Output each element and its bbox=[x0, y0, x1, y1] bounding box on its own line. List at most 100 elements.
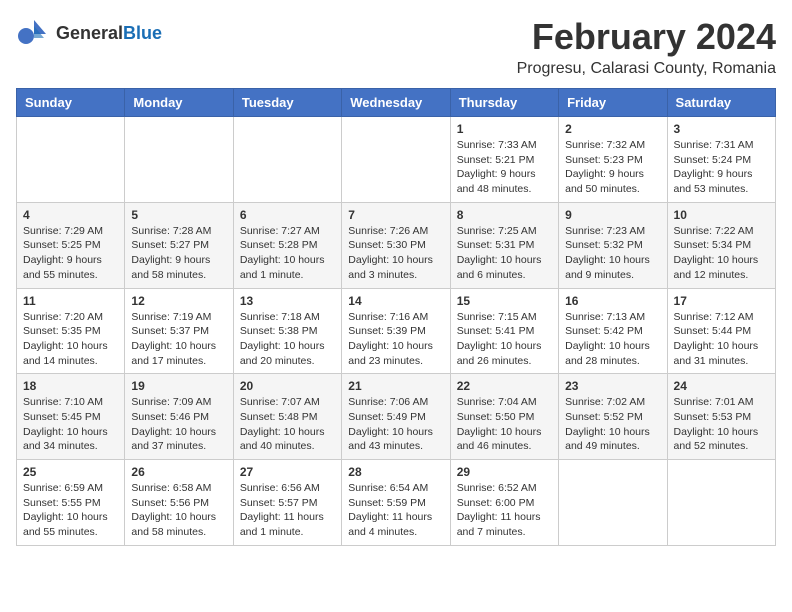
calendar-cell: 17 Sunrise: 7:12 AM Sunset: 5:44 PM Dayli… bbox=[667, 288, 775, 374]
calendar-header-row: SundayMondayTuesdayWednesdayThursdayFrid… bbox=[17, 89, 776, 117]
day-number: 3 bbox=[674, 122, 769, 136]
title-block: February 2024 Progresu, Calarasi County,… bbox=[517, 16, 776, 78]
calendar-cell: 25 Sunrise: 6:59 AM Sunset: 5:55 PM Dayli… bbox=[17, 460, 125, 546]
day-info: Sunrise: 7:02 AM Sunset: 5:52 PM Dayligh… bbox=[565, 395, 660, 454]
day-info: Sunrise: 7:33 AM Sunset: 5:21 PM Dayligh… bbox=[457, 138, 552, 197]
day-number: 12 bbox=[131, 294, 226, 308]
day-number: 7 bbox=[348, 208, 443, 222]
day-number: 21 bbox=[348, 379, 443, 393]
day-info: Sunrise: 7:27 AM Sunset: 5:28 PM Dayligh… bbox=[240, 224, 335, 283]
day-number: 23 bbox=[565, 379, 660, 393]
day-number: 13 bbox=[240, 294, 335, 308]
day-info: Sunrise: 7:19 AM Sunset: 5:37 PM Dayligh… bbox=[131, 310, 226, 369]
weekday-header-saturday: Saturday bbox=[667, 89, 775, 117]
day-info: Sunrise: 7:25 AM Sunset: 5:31 PM Dayligh… bbox=[457, 224, 552, 283]
calendar-cell: 1 Sunrise: 7:33 AM Sunset: 5:21 PM Daylig… bbox=[450, 117, 558, 203]
calendar-cell: 12 Sunrise: 7:19 AM Sunset: 5:37 PM Dayli… bbox=[125, 288, 233, 374]
weekday-header-sunday: Sunday bbox=[17, 89, 125, 117]
logo-icon bbox=[16, 16, 52, 52]
day-info: Sunrise: 7:07 AM Sunset: 5:48 PM Dayligh… bbox=[240, 395, 335, 454]
calendar-week-row: 25 Sunrise: 6:59 AM Sunset: 5:55 PM Dayli… bbox=[17, 460, 776, 546]
calendar-week-row: 4 Sunrise: 7:29 AM Sunset: 5:25 PM Daylig… bbox=[17, 202, 776, 288]
day-number: 11 bbox=[23, 294, 118, 308]
day-info: Sunrise: 7:06 AM Sunset: 5:49 PM Dayligh… bbox=[348, 395, 443, 454]
calendar-cell: 19 Sunrise: 7:09 AM Sunset: 5:46 PM Dayli… bbox=[125, 374, 233, 460]
day-info: Sunrise: 7:13 AM Sunset: 5:42 PM Dayligh… bbox=[565, 310, 660, 369]
day-info: Sunrise: 7:29 AM Sunset: 5:25 PM Dayligh… bbox=[23, 224, 118, 283]
calendar-cell: 18Sunrise: 7:10 AM Sunset: 5:45 PM Dayli… bbox=[17, 374, 125, 460]
calendar-cell: 23 Sunrise: 7:02 AM Sunset: 5:52 PM Dayli… bbox=[559, 374, 667, 460]
day-info: Sunrise: 6:56 AM Sunset: 5:57 PM Dayligh… bbox=[240, 481, 335, 540]
day-number: 1 bbox=[457, 122, 552, 136]
day-info: Sunrise: 7:23 AM Sunset: 5:32 PM Dayligh… bbox=[565, 224, 660, 283]
calendar-cell: 3Sunrise: 7:31 AM Sunset: 5:24 PM Daylig… bbox=[667, 117, 775, 203]
day-info: Sunrise: 7:04 AM Sunset: 5:50 PM Dayligh… bbox=[457, 395, 552, 454]
day-info: Sunrise: 7:01 AM Sunset: 5:53 PM Dayligh… bbox=[674, 395, 769, 454]
calendar-cell: 6 Sunrise: 7:27 AM Sunset: 5:28 PM Daylig… bbox=[233, 202, 341, 288]
calendar-cell bbox=[667, 460, 775, 546]
day-info: Sunrise: 6:54 AM Sunset: 5:59 PM Dayligh… bbox=[348, 481, 443, 540]
calendar-cell: 13Sunrise: 7:18 AM Sunset: 5:38 PM Dayli… bbox=[233, 288, 341, 374]
weekday-header-monday: Monday bbox=[125, 89, 233, 117]
day-info: Sunrise: 7:22 AM Sunset: 5:34 PM Dayligh… bbox=[674, 224, 769, 283]
day-number: 9 bbox=[565, 208, 660, 222]
calendar-cell: 15 Sunrise: 7:15 AM Sunset: 5:41 PM Dayli… bbox=[450, 288, 558, 374]
day-number: 8 bbox=[457, 208, 552, 222]
day-info: Sunrise: 7:09 AM Sunset: 5:46 PM Dayligh… bbox=[131, 395, 226, 454]
day-number: 14 bbox=[348, 294, 443, 308]
weekday-header-wednesday: Wednesday bbox=[342, 89, 450, 117]
calendar-cell: 20 Sunrise: 7:07 AM Sunset: 5:48 PM Dayli… bbox=[233, 374, 341, 460]
calendar-week-row: 1 Sunrise: 7:33 AM Sunset: 5:21 PM Daylig… bbox=[17, 117, 776, 203]
calendar-week-row: 11 Sunrise: 7:20 AM Sunset: 5:35 PM Dayli… bbox=[17, 288, 776, 374]
calendar-cell bbox=[342, 117, 450, 203]
day-number: 15 bbox=[457, 294, 552, 308]
day-number: 5 bbox=[131, 208, 226, 222]
calendar-cell: 2 Sunrise: 7:32 AM Sunset: 5:23 PM Daylig… bbox=[559, 117, 667, 203]
day-number: 16 bbox=[565, 294, 660, 308]
day-number: 2 bbox=[565, 122, 660, 136]
day-number: 22 bbox=[457, 379, 552, 393]
calendar-cell bbox=[559, 460, 667, 546]
calendar-cell: 10Sunrise: 7:22 AM Sunset: 5:34 PM Dayli… bbox=[667, 202, 775, 288]
day-info: Sunrise: 7:32 AM Sunset: 5:23 PM Dayligh… bbox=[565, 138, 660, 197]
calendar-cell: 5 Sunrise: 7:28 AM Sunset: 5:27 PM Daylig… bbox=[125, 202, 233, 288]
day-info: Sunrise: 7:15 AM Sunset: 5:41 PM Dayligh… bbox=[457, 310, 552, 369]
logo-general: General bbox=[56, 23, 123, 43]
day-number: 19 bbox=[131, 379, 226, 393]
weekday-header-friday: Friday bbox=[559, 89, 667, 117]
day-info: Sunrise: 7:20 AM Sunset: 5:35 PM Dayligh… bbox=[23, 310, 118, 369]
calendar-cell bbox=[233, 117, 341, 203]
calendar-cell: 24 Sunrise: 7:01 AM Sunset: 5:53 PM Dayli… bbox=[667, 374, 775, 460]
calendar-table: SundayMondayTuesdayWednesdayThursdayFrid… bbox=[16, 88, 776, 546]
calendar-week-row: 18Sunrise: 7:10 AM Sunset: 5:45 PM Dayli… bbox=[17, 374, 776, 460]
day-number: 28 bbox=[348, 465, 443, 479]
calendar-cell: 26 Sunrise: 6:58 AM Sunset: 5:56 PM Dayli… bbox=[125, 460, 233, 546]
day-number: 29 bbox=[457, 465, 552, 479]
day-number: 26 bbox=[131, 465, 226, 479]
day-info: Sunrise: 6:58 AM Sunset: 5:56 PM Dayligh… bbox=[131, 481, 226, 540]
calendar-cell bbox=[125, 117, 233, 203]
day-info: Sunrise: 7:12 AM Sunset: 5:44 PM Dayligh… bbox=[674, 310, 769, 369]
calendar-cell bbox=[17, 117, 125, 203]
calendar-cell: 28 Sunrise: 6:54 AM Sunset: 5:59 PM Dayli… bbox=[342, 460, 450, 546]
day-number: 25 bbox=[23, 465, 118, 479]
day-number: 6 bbox=[240, 208, 335, 222]
day-info: Sunrise: 7:26 AM Sunset: 5:30 PM Dayligh… bbox=[348, 224, 443, 283]
day-info: Sunrise: 7:16 AM Sunset: 5:39 PM Dayligh… bbox=[348, 310, 443, 369]
day-info: Sunrise: 7:28 AM Sunset: 5:27 PM Dayligh… bbox=[131, 224, 226, 283]
day-info: Sunrise: 6:52 AM Sunset: 6:00 PM Dayligh… bbox=[457, 481, 552, 540]
day-number: 20 bbox=[240, 379, 335, 393]
weekday-header-thursday: Thursday bbox=[450, 89, 558, 117]
logo-blue: Blue bbox=[123, 23, 162, 43]
location-subtitle: Progresu, Calarasi County, Romania bbox=[517, 60, 776, 78]
day-number: 17 bbox=[674, 294, 769, 308]
calendar-cell: 16 Sunrise: 7:13 AM Sunset: 5:42 PM Dayli… bbox=[559, 288, 667, 374]
weekday-header-tuesday: Tuesday bbox=[233, 89, 341, 117]
calendar-cell: 22 Sunrise: 7:04 AM Sunset: 5:50 PM Dayli… bbox=[450, 374, 558, 460]
day-number: 4 bbox=[23, 208, 118, 222]
day-info: Sunrise: 6:59 AM Sunset: 5:55 PM Dayligh… bbox=[23, 481, 118, 540]
calendar-cell: 29 Sunrise: 6:52 AM Sunset: 6:00 PM Dayli… bbox=[450, 460, 558, 546]
day-number: 27 bbox=[240, 465, 335, 479]
day-number: 24 bbox=[674, 379, 769, 393]
page-header: GeneralBlue February 2024 Progresu, Cala… bbox=[16, 16, 776, 78]
